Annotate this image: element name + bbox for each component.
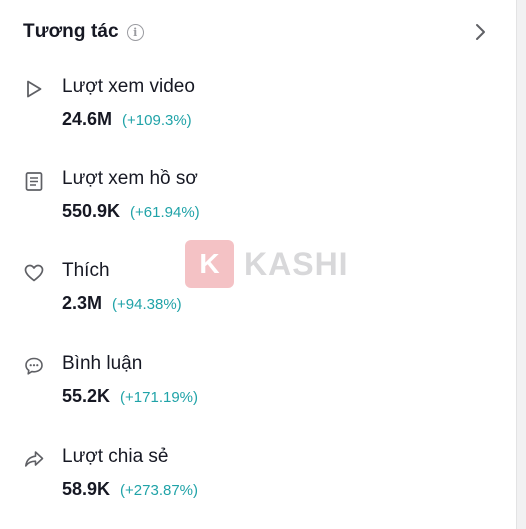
metric-comments: Bình luận 55.2K (+171.19%) xyxy=(23,353,492,413)
play-icon xyxy=(27,80,42,98)
metric-change: (+273.87%) xyxy=(120,482,199,499)
metric-change: (+94.38%) xyxy=(112,296,182,313)
scrollbar-track[interactable] xyxy=(516,0,526,529)
share-icon xyxy=(25,451,44,467)
comment-icon xyxy=(25,357,43,375)
profile-document-icon xyxy=(25,172,43,191)
metric-value: 55.2K xyxy=(62,386,111,406)
metric-label: Lượt chia sẻ xyxy=(62,446,169,467)
metric-profile-views: Lượt xem hồ sơ 550.9K (+61.94%) xyxy=(23,168,492,228)
section-header[interactable]: Tương tác i xyxy=(23,18,492,46)
chevron-right-icon[interactable] xyxy=(468,20,492,44)
metric-video-views: Lượt xem video 24.6M (+109.3%) xyxy=(23,76,492,136)
metric-label: Lượt xem video xyxy=(62,76,195,97)
metric-value: 24.6M xyxy=(62,109,113,129)
metric-label: Lượt xem hồ sơ xyxy=(62,168,198,189)
metric-label: Thích xyxy=(62,260,110,281)
metric-likes: Thích 2.3M (+94.38%) xyxy=(23,260,492,320)
heart-icon xyxy=(24,264,44,282)
metric-value: 550.9K xyxy=(62,201,121,221)
metric-shares: Lượt chia sẻ 58.9K (+273.87%) xyxy=(23,446,492,506)
section-title: Tương tác xyxy=(23,21,119,42)
metric-change: (+171.19%) xyxy=(120,389,199,406)
metric-value: 58.9K xyxy=(62,479,111,499)
info-icon[interactable]: i xyxy=(126,23,144,41)
metric-change: (+61.94%) xyxy=(130,204,200,221)
metric-label: Bình luận xyxy=(62,353,143,374)
metric-value: 2.3M xyxy=(62,293,103,313)
metric-change: (+109.3%) xyxy=(122,112,192,129)
engagement-panel: Tương tác i Lượt xem video 24.6M (+109.3… xyxy=(0,0,516,529)
